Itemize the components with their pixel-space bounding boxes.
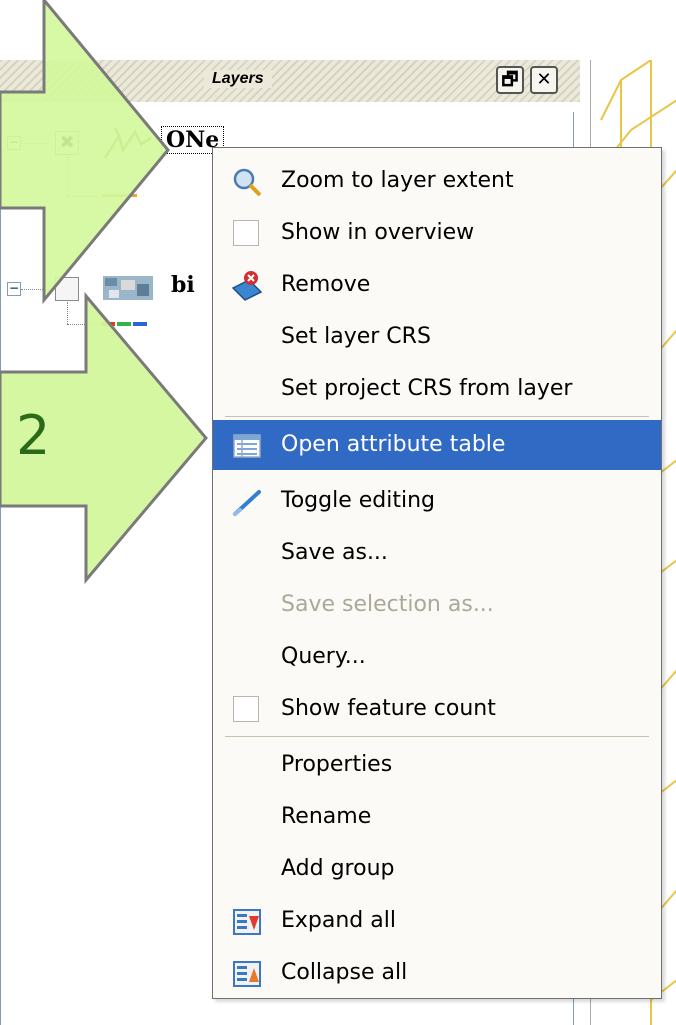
menu-item-label: Rename bbox=[281, 804, 372, 829]
collapse-all-icon bbox=[233, 961, 261, 987]
layers-panel-titlebar[interactable]: Layers 🗗 ✕ bbox=[0, 60, 580, 102]
menu-item-label: Expand all bbox=[281, 908, 396, 933]
menu-item-set-layer-crs[interactable]: Set layer CRS bbox=[213, 312, 661, 362]
menu-item-open-attribute-table[interactable]: Open attribute table bbox=[213, 420, 661, 470]
menu-item-zoom-to-layer-extent[interactable]: Zoom to layer extent bbox=[213, 156, 661, 206]
layer-visibility-checkbox[interactable]: ✖ bbox=[55, 131, 79, 155]
symbol-legend-line bbox=[101, 194, 137, 197]
menu-item-label: Properties bbox=[281, 752, 393, 777]
tree-connector bbox=[67, 302, 68, 324]
tree-connector bbox=[21, 289, 49, 290]
float-panel-button[interactable]: 🗗 bbox=[496, 66, 524, 94]
screenshot-stage: Layers 🗗 ✕ − ✖ ONe − bi 2 Zoom to layer … bbox=[0, 0, 676, 1025]
menu-item-collapse-all[interactable]: Collapse all bbox=[213, 948, 661, 998]
collapse-toggle-icon[interactable]: − bbox=[7, 136, 21, 150]
layer-visibility-checkbox[interactable] bbox=[55, 277, 79, 301]
step-number-label: 2 bbox=[16, 404, 51, 467]
band-blue-swatch bbox=[133, 322, 147, 326]
menu-item-label: Save as... bbox=[281, 540, 388, 565]
menu-item-remove[interactable]: Remove bbox=[213, 260, 661, 310]
menu-item-label: Add group bbox=[281, 856, 395, 881]
menu-item-label: Open attribute table bbox=[281, 432, 506, 457]
menu-item-rename[interactable]: Rename bbox=[213, 792, 661, 842]
close-panel-button[interactable]: ✕ bbox=[530, 66, 558, 94]
remove-layer-icon bbox=[231, 271, 263, 301]
tree-connector bbox=[67, 156, 68, 196]
menu-separator bbox=[225, 736, 649, 737]
tree-connector bbox=[67, 324, 97, 325]
pencil-icon bbox=[233, 490, 261, 516]
raster-layer-icon bbox=[103, 276, 153, 300]
show-feature-count-checkbox[interactable] bbox=[233, 696, 259, 722]
menu-item-label: Remove bbox=[281, 272, 371, 297]
menu-item-add-group[interactable]: Add group bbox=[213, 844, 661, 894]
band-green-swatch bbox=[117, 322, 131, 326]
menu-item-show-feature-count[interactable]: Show feature count bbox=[213, 684, 661, 734]
menu-item-save-as[interactable]: Save as... bbox=[213, 528, 661, 578]
collapse-toggle-icon[interactable]: − bbox=[7, 282, 21, 296]
layer-context-menu: Zoom to layer extent Show in overview Re… bbox=[212, 147, 662, 999]
menu-item-label: Show feature count bbox=[281, 696, 496, 721]
menu-item-label: Show in overview bbox=[281, 220, 475, 245]
tree-connector bbox=[67, 196, 97, 197]
menu-item-expand-all[interactable]: Expand all bbox=[213, 896, 661, 946]
menu-item-save-selection-as: Save selection as... bbox=[213, 580, 661, 630]
menu-item-label: Set layer CRS bbox=[281, 324, 431, 349]
expand-all-icon bbox=[233, 909, 261, 935]
zoom-extent-icon bbox=[233, 168, 262, 197]
menu-item-properties[interactable]: Properties bbox=[213, 740, 661, 790]
show-in-overview-checkbox[interactable] bbox=[233, 220, 259, 246]
menu-item-label: Query... bbox=[281, 644, 366, 669]
menu-item-label: Zoom to layer extent bbox=[281, 168, 514, 193]
menu-item-label: Save selection as... bbox=[281, 592, 494, 617]
band-red-swatch bbox=[101, 322, 115, 326]
menu-item-toggle-editing[interactable]: Toggle editing bbox=[213, 476, 661, 526]
menu-item-query[interactable]: Query... bbox=[213, 632, 661, 682]
menu-item-label: Collapse all bbox=[281, 960, 408, 985]
line-layer-icon bbox=[103, 127, 152, 159]
menu-item-label: Set project CRS from layer bbox=[281, 376, 573, 401]
menu-item-label: Toggle editing bbox=[281, 488, 435, 513]
menu-item-show-in-overview[interactable]: Show in overview bbox=[213, 208, 661, 258]
layers-panel-title: Layers bbox=[204, 70, 272, 88]
layer-name[interactable]: bi bbox=[171, 272, 195, 298]
menu-item-set-project-crs[interactable]: Set project CRS from layer bbox=[213, 364, 661, 414]
menu-separator bbox=[225, 416, 649, 417]
tree-connector bbox=[21, 143, 49, 144]
attribute-table-icon bbox=[233, 434, 261, 458]
